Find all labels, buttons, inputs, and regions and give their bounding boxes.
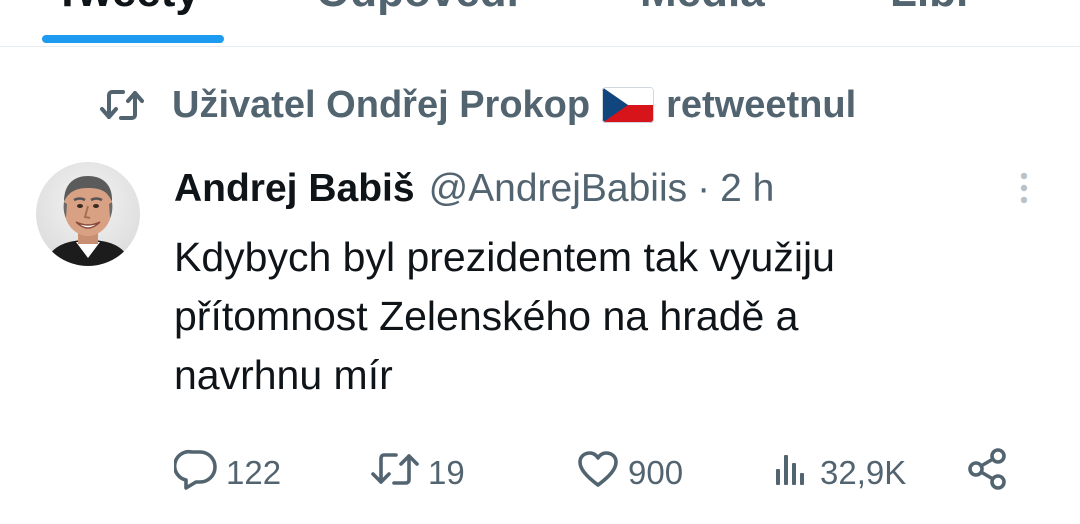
views-button[interactable]: 32,9K	[772, 448, 906, 498]
retweet-header[interactable]: Uživatel Ondřej Prokop retweetnul	[98, 80, 856, 130]
tab-media[interactable]: Média	[640, 0, 765, 14]
reply-button[interactable]: 122	[172, 448, 282, 498]
retweet-count: 19	[428, 454, 465, 491]
tweet-header: Andrej Babiš @AndrejBabiis · 2 h	[174, 164, 774, 214]
author-handle[interactable]: @AndrejBabiis	[429, 167, 688, 211]
separator-dot: ·	[697, 167, 711, 210]
retweeter-name[interactable]: Uživatel Ondřej Prokop	[172, 84, 590, 127]
tweet-time[interactable]: 2 h	[720, 167, 774, 211]
retweet-action-icon	[370, 449, 428, 497]
reply-icon	[172, 448, 226, 498]
retweet-suffix: retweetnul	[666, 83, 857, 126]
active-tab-indicator	[42, 35, 224, 43]
retweet-icon	[98, 85, 146, 125]
reply-count: 122	[226, 454, 282, 491]
retweet-button[interactable]: 19	[370, 448, 465, 498]
tweet-actions: 122 19 900 32,9K	[172, 448, 1034, 498]
tweet-text: Kdybych byl prezidentem tak využiju přít…	[174, 234, 835, 398]
avatar[interactable]	[36, 162, 140, 266]
profile-tabs: Tweety Odpovědi Média Líbí	[0, 0, 1080, 47]
analytics-icon	[772, 449, 820, 497]
more-options-icon[interactable]	[1014, 170, 1034, 210]
tab-tweets[interactable]: Tweety	[54, 0, 200, 14]
like-count: 900	[628, 454, 684, 491]
view-count: 32,9K	[820, 454, 907, 491]
retweet-label: Uživatel Ondřej Prokop retweetnul	[172, 84, 856, 127]
like-button[interactable]: 900	[576, 448, 683, 498]
czech-flag-icon	[602, 87, 655, 123]
timeline-page: Tweety Odpovědi Média Líbí Uživatel Ondř…	[0, 0, 1080, 524]
tab-replies[interactable]: Odpovědi	[316, 0, 519, 14]
tab-likes[interactable]: Líbí	[890, 0, 968, 14]
share-button[interactable]	[966, 448, 1018, 498]
heart-icon	[576, 449, 628, 497]
author-name[interactable]: Andrej Babiš	[174, 167, 415, 211]
share-icon	[966, 447, 1018, 499]
